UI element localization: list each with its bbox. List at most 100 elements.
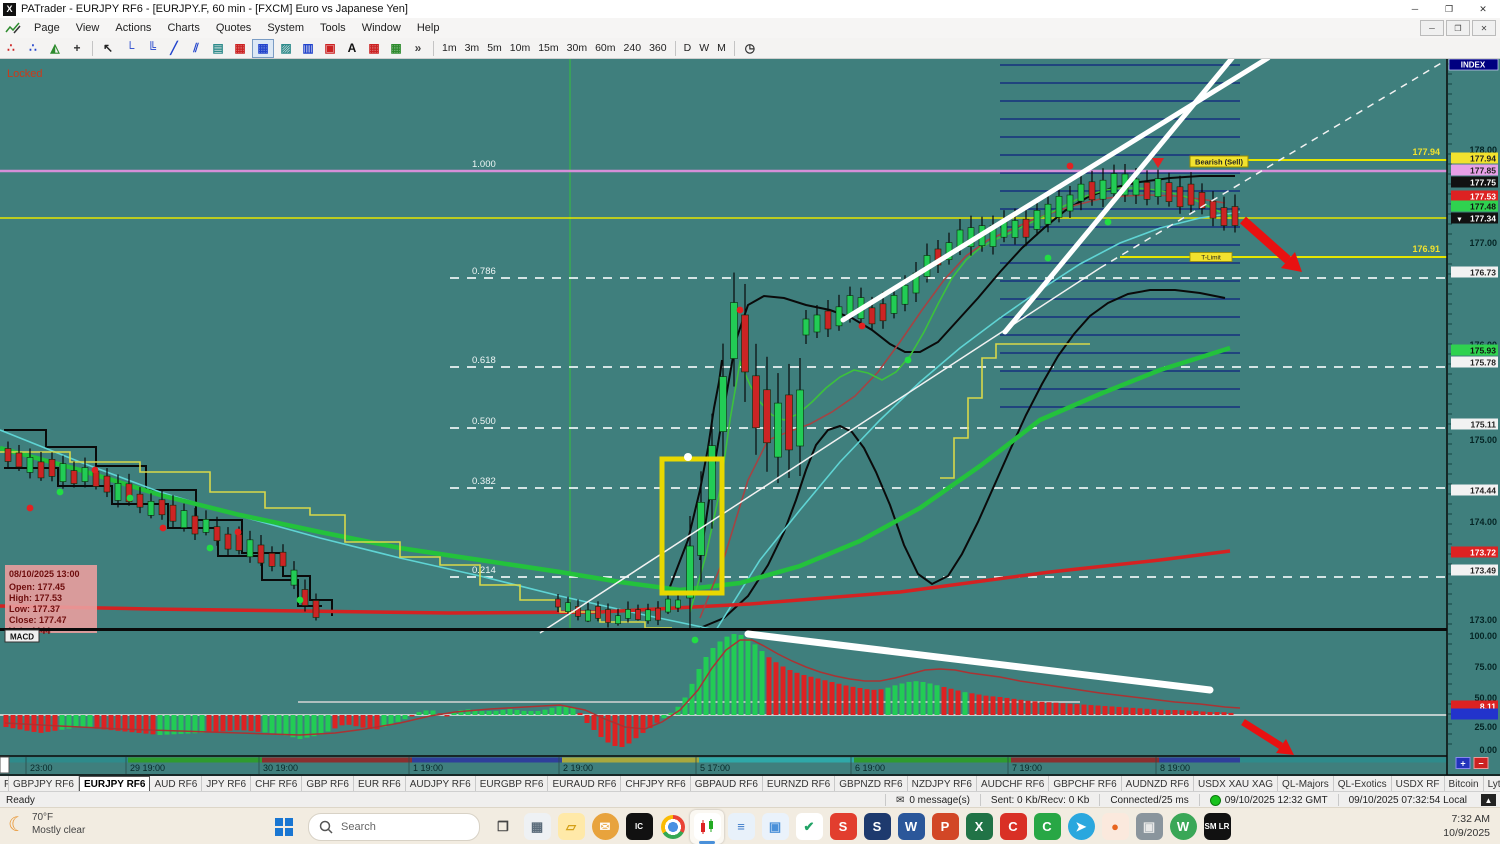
- tab-gbpnzd-rf6[interactable]: GBPNZD RF6: [835, 776, 908, 791]
- strategy-icon[interactable]: S: [860, 810, 894, 844]
- menu-item-view[interactable]: View: [68, 18, 108, 38]
- step-tool-icon[interactable]: ╚: [142, 40, 162, 57]
- tab-aud-rf6[interactable]: AUD RF6: [150, 776, 203, 791]
- multiline-tool-icon[interactable]: ⫽: [186, 40, 206, 57]
- menu-item-page[interactable]: Page: [26, 18, 68, 38]
- menu-item-system[interactable]: System: [259, 18, 312, 38]
- orange-app-icon[interactable]: ●: [1098, 810, 1132, 844]
- powerpoint-icon[interactable]: P: [928, 810, 962, 844]
- tab-euraud-rf6[interactable]: EURAUD RF6: [548, 776, 622, 791]
- taskbar-clock[interactable]: 7:32 AM 10/9/2025: [1443, 812, 1490, 840]
- notes-icon[interactable]: ≡: [724, 810, 758, 844]
- tab-usdx-rf[interactable]: USDX RF: [1392, 776, 1445, 791]
- axis-zoom-in-button[interactable]: +: [1455, 757, 1471, 769]
- smlr-icon[interactable]: SM LR: [1200, 810, 1234, 844]
- mdi-restore-button[interactable]: ❐: [1446, 20, 1470, 36]
- mdi-close-button[interactable]: ✕: [1472, 20, 1496, 36]
- timeframe-5m-button[interactable]: 5m: [483, 42, 506, 54]
- tab-ql-exotics[interactable]: QL-Exotics: [1334, 776, 1392, 791]
- wave-icon[interactable]: ✔: [792, 810, 826, 844]
- menu-item-charts[interactable]: Charts: [159, 18, 207, 38]
- patrader-icon[interactable]: [690, 809, 724, 844]
- timeframe-15m-button[interactable]: 15m: [534, 42, 562, 54]
- timeframe-3m-button[interactable]: 3m: [461, 42, 484, 54]
- calculator-icon[interactable]: ▦: [520, 810, 554, 844]
- menu-item-quotes[interactable]: Quotes: [208, 18, 259, 38]
- c-green-icon[interactable]: C: [1030, 810, 1064, 844]
- file-explorer-icon[interactable]: ▱: [554, 810, 588, 844]
- tab-bitcoin[interactable]: Bitcoin: [1445, 776, 1484, 791]
- tab-gbpjpy-rf6[interactable]: GBPJPY RF6: [9, 776, 79, 791]
- maximize-button[interactable]: ❐: [1432, 1, 1466, 18]
- box-tool-icon[interactable]: ▣: [320, 40, 340, 57]
- tab-audnzd-rf6[interactable]: AUDNZD RF6: [1122, 776, 1195, 791]
- crosshair-icon[interactable]: +: [67, 40, 87, 57]
- chart-canvas[interactable]: 1.0000.7860.6180.5000.3820.214177.94176.…: [0, 0, 1500, 844]
- hatch-tool-icon[interactable]: ▨: [276, 40, 296, 57]
- telegram-icon[interactable]: ➤: [1064, 810, 1098, 844]
- minimize-button[interactable]: ─: [1398, 1, 1432, 18]
- tab-eur-rf6[interactable]: EUR RF6: [354, 776, 406, 791]
- period-w-button[interactable]: W: [695, 42, 713, 54]
- tab-lyte[interactable]: Lyte: [1484, 776, 1500, 791]
- grid-green-icon[interactable]: ▦: [386, 40, 406, 57]
- tab-eurgbp-rf6[interactable]: EURGBP RF6: [476, 776, 549, 791]
- channel-tool-icon[interactable]: ▤: [208, 40, 228, 57]
- blue-markers-icon[interactable]: ∴: [23, 40, 43, 57]
- timeframe-10m-button[interactable]: 10m: [506, 42, 534, 54]
- menu-item-tools[interactable]: Tools: [312, 18, 354, 38]
- ic-markets-icon[interactable]: IC: [622, 810, 656, 844]
- word-icon[interactable]: W: [894, 810, 928, 844]
- tab-usdx-xau-xag[interactable]: USDX XAU XAG: [1194, 776, 1279, 791]
- grid-red-icon[interactable]: ▦: [364, 40, 384, 57]
- tab-ql-majors[interactable]: QL-Majors: [1278, 776, 1334, 791]
- text-tool-icon[interactable]: A: [342, 40, 362, 57]
- timeframe-60m-button[interactable]: 60m: [591, 42, 619, 54]
- start-button[interactable]: [269, 812, 299, 842]
- menu-item-window[interactable]: Window: [354, 18, 409, 38]
- timeframe-240-button[interactable]: 240: [620, 42, 646, 54]
- search-input[interactable]: Search: [308, 812, 480, 841]
- close-button[interactable]: ✕: [1466, 1, 1500, 18]
- menu-item-help[interactable]: Help: [409, 18, 448, 38]
- tab-audchf-rf6[interactable]: AUDCHF RF6: [977, 776, 1050, 791]
- tab-gbpchf-rf6[interactable]: GBPCHF RF6: [1049, 776, 1122, 791]
- trendline-tool-icon[interactable]: ╱: [164, 40, 184, 57]
- task-view-icon[interactable]: ❐: [486, 810, 520, 844]
- tab-gbp-rf6[interactable]: GBP RF6: [302, 776, 354, 791]
- tab-jpy-rf6[interactable]: JPY RF6: [202, 776, 252, 791]
- bars-tool-icon[interactable]: ▥: [298, 40, 318, 57]
- c-red-icon[interactable]: C: [996, 810, 1030, 844]
- pointer-icon[interactable]: ↖: [98, 40, 118, 57]
- mail-icon[interactable]: ✉: [588, 810, 622, 844]
- weather-widget[interactable]: ☾ 70°F Mostly clear: [8, 811, 85, 837]
- session-clock-icon[interactable]: ◷: [740, 40, 760, 57]
- chrome-icon[interactable]: [656, 810, 690, 844]
- red-markers-icon[interactable]: ∴: [1, 40, 21, 57]
- timeframe-360-button[interactable]: 360: [645, 42, 671, 54]
- tab-gbpaud-rf6[interactable]: GBPAUD RF6: [691, 776, 763, 791]
- chart-pen-icon[interactable]: [4, 21, 22, 35]
- timeframe-30m-button[interactable]: 30m: [563, 42, 591, 54]
- timeframe-1m-button[interactable]: 1m: [438, 42, 461, 54]
- period-d-button[interactable]: D: [680, 42, 696, 54]
- tab-audjpy-rf6[interactable]: AUDJPY RF6: [406, 776, 476, 791]
- excel-icon[interactable]: X: [962, 810, 996, 844]
- webull-icon[interactable]: W: [1166, 810, 1200, 844]
- tab-chfjpy-rf6[interactable]: CHFJPY RF6: [621, 776, 691, 791]
- menu-item-actions[interactable]: Actions: [107, 18, 159, 38]
- blue-pattern-icon[interactable]: ▦: [252, 38, 274, 58]
- period-m-button[interactable]: M: [713, 42, 730, 54]
- axis-zoom-out-button[interactable]: −: [1473, 757, 1489, 769]
- tab-chf-rf6[interactable]: CHF RF6: [251, 776, 303, 791]
- tab-eurjpy-rf6[interactable]: EURJPY RF6: [78, 776, 151, 791]
- tab-eurnzd-rf6[interactable]: EURNZD RF6: [763, 776, 836, 791]
- toolbox-icon[interactable]: ▣: [1132, 810, 1166, 844]
- area-chart-icon[interactable]: ◭: [45, 40, 65, 57]
- red-pattern-icon[interactable]: ▦: [230, 40, 250, 57]
- photos-icon[interactable]: ▣: [758, 810, 792, 844]
- tab-nzdjpy-rf6[interactable]: NZDJPY RF6: [908, 776, 977, 791]
- corner-tool-icon[interactable]: └: [120, 40, 140, 57]
- tab-f6[interactable]: F6: [0, 776, 9, 791]
- mdi-minimize-button[interactable]: ─: [1420, 20, 1444, 36]
